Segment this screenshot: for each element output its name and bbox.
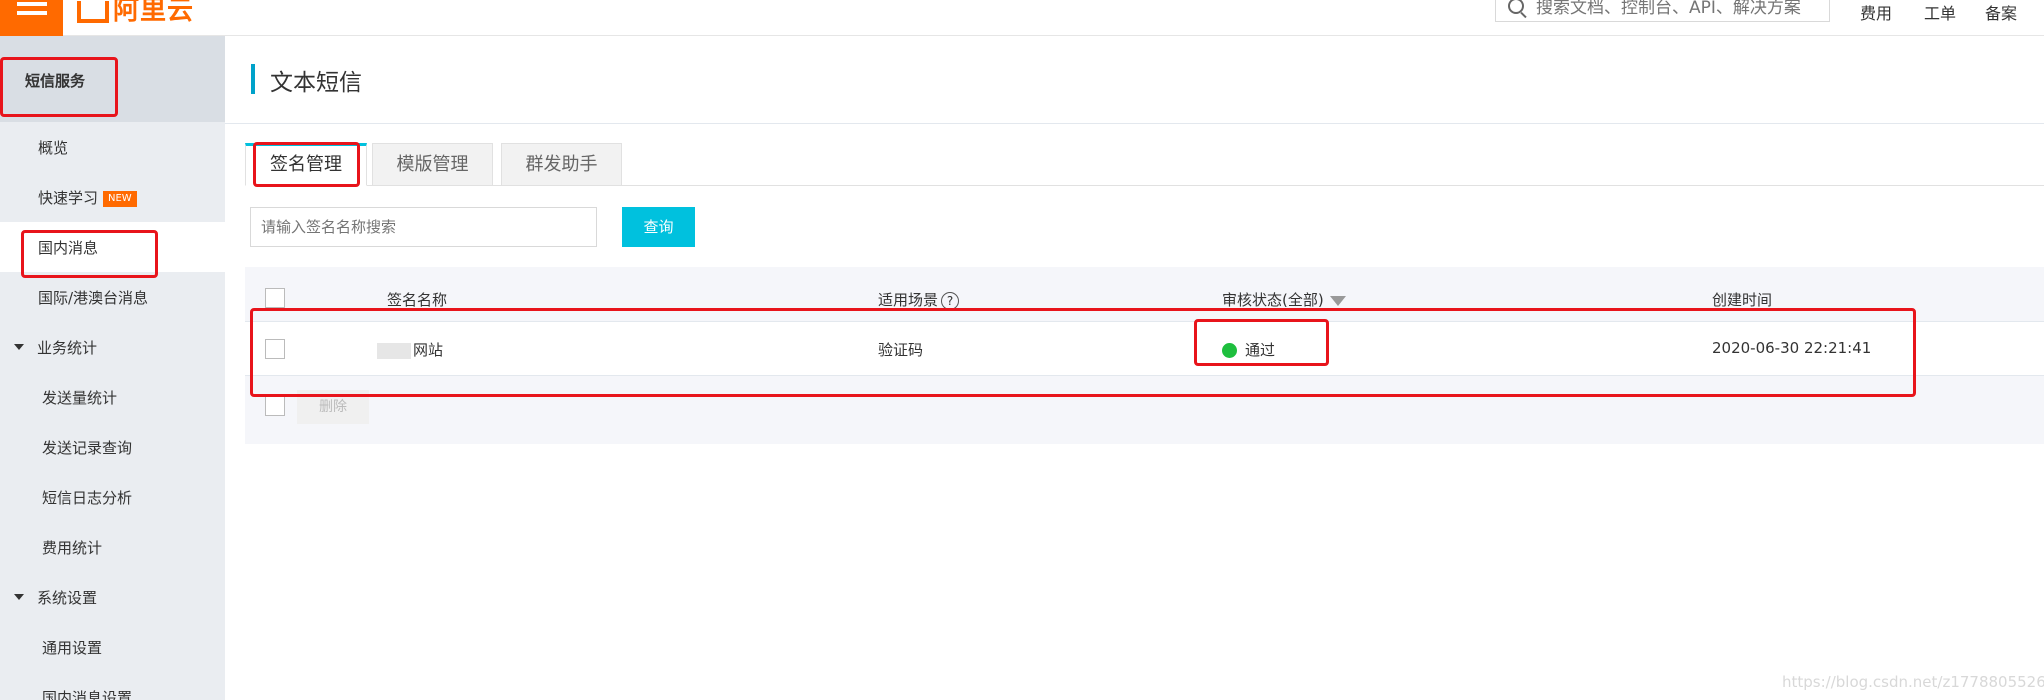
created-cell: 2020-06-30 22:21:41 [1712, 339, 1872, 357]
sidebar-item-send-records[interactable]: 发送记录查询 [0, 422, 225, 472]
tab-template[interactable]: 模版管理 [372, 143, 493, 186]
tab-bulk-assistant[interactable]: 群发助手 [501, 143, 622, 186]
logo-mark-icon [77, 0, 109, 23]
sidebar-group-settings[interactable]: 系统设置 [0, 572, 225, 622]
sidebar-item-quick-learn[interactable]: 快速学习 NEW [0, 172, 225, 222]
sidebar-item-send-stats[interactable]: 发送量统计 [0, 372, 225, 422]
sidebar-item-general-settings[interactable]: 通用设置 [0, 622, 225, 672]
sidebar-item-label: 通用设置 [42, 639, 103, 657]
global-search-input[interactable] [1536, 0, 1826, 21]
column-header-created: 创建时间 [1712, 291, 1773, 309]
signature-name-cell: 网站 [377, 339, 443, 360]
sidebar-item-international[interactable]: 国际/港澳台消息 [0, 272, 225, 322]
sidebar-item-label: 发送量统计 [42, 389, 118, 407]
filter-icon[interactable] [1329, 295, 1346, 306]
caret-down-icon [14, 344, 24, 350]
sidebar-item-domestic-settings[interactable]: 国内消息设置 [0, 672, 225, 700]
sidebar-group-stats[interactable]: 业务统计 [0, 322, 225, 372]
new-badge: NEW [103, 191, 137, 207]
table-footer: 删除 [245, 376, 2044, 444]
page-header: 文本短信 [225, 36, 2044, 124]
column-header-scene-label: 适用场景 [878, 291, 939, 309]
sidebar-item-overview[interactable]: 概览 [0, 122, 225, 172]
table-header: 签名名称 适用场景? 审核状态(全部) 创建时间 [245, 267, 2044, 322]
sidebar-item-label: 快速学习 [38, 189, 99, 207]
sidebar-item-label: 概览 [38, 139, 69, 157]
sidebar-group-label: 系统设置 [37, 589, 98, 607]
top-link-billing[interactable]: 费用 [1860, 0, 1892, 24]
sidebar-item-label: 国内消息设置 [42, 689, 133, 700]
sidebar-item-domestic[interactable]: 国内消息 [0, 222, 225, 272]
footer-select-all-checkbox[interactable] [265, 396, 285, 416]
column-header-scene: 适用场景? [878, 289, 960, 310]
aliyun-logo[interactable]: 阿里云 [77, 0, 194, 27]
search-icon[interactable] [1508, 0, 1524, 14]
sidebar-group-label: 业务统计 [37, 339, 98, 357]
column-header-name: 签名名称 [387, 291, 448, 309]
status-cell: 通过 [1222, 339, 1275, 360]
menu-icon[interactable] [0, 0, 63, 36]
sidebar-item-cost-stats[interactable]: 费用统计 [0, 522, 225, 572]
main-content: 文本短信 签名管理 模版管理 群发助手 查询 签名名称 适用场景? 审核状态(全… [225, 36, 2044, 700]
redacted-block [377, 342, 411, 359]
help-icon[interactable]: ? [941, 291, 960, 310]
column-header-status[interactable]: 审核状态(全部) [1222, 289, 1346, 310]
page-title: 文本短信 [270, 70, 362, 96]
top-link-ticket[interactable]: 工单 [1924, 0, 1956, 24]
column-header-status-label: 审核状态(全部) [1222, 291, 1324, 309]
sidebar-item-log-analysis[interactable]: 短信日志分析 [0, 472, 225, 522]
signature-name: 网站 [413, 341, 444, 359]
scene-cell: 验证码 [878, 341, 924, 359]
sidebar-header-label: 短信服务 [25, 72, 86, 90]
sidebar-item-label: 短信日志分析 [42, 489, 133, 507]
query-button[interactable]: 查询 [622, 207, 695, 247]
logo-text: 阿里云 [113, 0, 195, 26]
top-navbar: 阿里云 费用 工单 备案 [0, 0, 2044, 36]
top-link-record[interactable]: 备案 [1985, 0, 2017, 24]
app-root: 阿里云 费用 工单 备案 短信服务 概览 快速学习 NEW 国内消息 国际/港澳… [0, 0, 2044, 700]
status-text: 通过 [1245, 341, 1276, 359]
delete-button[interactable]: 删除 [297, 390, 369, 424]
status-ok-icon [1222, 343, 1237, 358]
sidebar-item-label: 国际/港澳台消息 [38, 289, 149, 307]
caret-down-icon [14, 594, 24, 600]
select-all-checkbox[interactable] [265, 288, 285, 308]
signature-search-input[interactable] [250, 207, 597, 247]
sidebar-item-label: 费用统计 [42, 539, 103, 557]
sidebar-item-label: 国内消息 [38, 239, 99, 257]
watermark: https://blog.csdn.net/z17788055263 [1782, 673, 2044, 691]
title-accent-bar [251, 64, 255, 94]
sidebar-item-label: 发送记录查询 [42, 439, 133, 457]
tab-signature[interactable]: 签名管理 [245, 143, 367, 186]
sidebar: 短信服务 概览 快速学习 NEW 国内消息 国际/港澳台消息 业务统计 发送量统… [0, 36, 225, 700]
sidebar-header[interactable]: 短信服务 [0, 36, 225, 122]
table-row: 网站 验证码 通过 2020-06-30 22:21:41 [245, 322, 2044, 376]
global-search[interactable] [1495, 0, 1830, 22]
row-checkbox[interactable] [265, 339, 285, 359]
